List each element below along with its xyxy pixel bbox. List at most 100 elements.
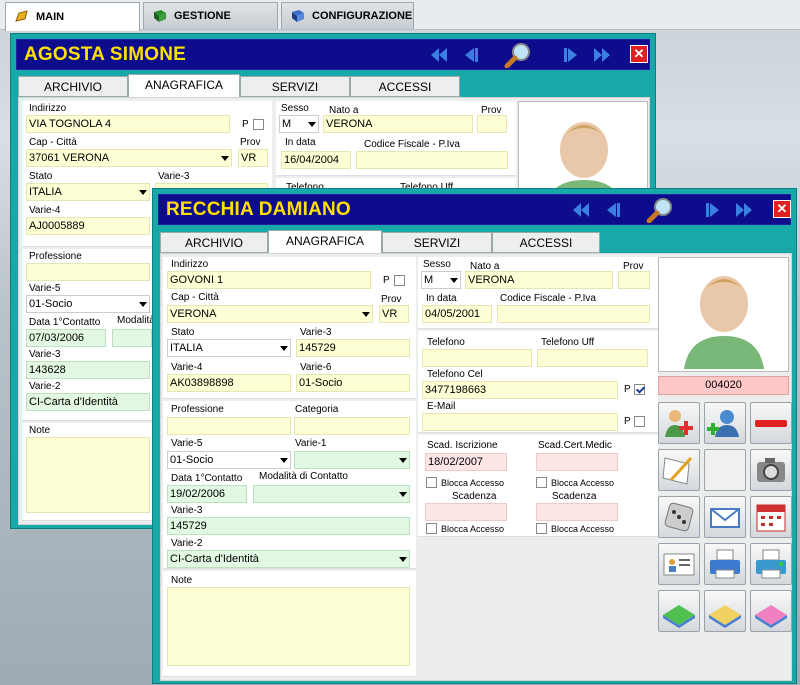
cap-citta-select[interactable]: VERONA: [167, 305, 373, 323]
nato-a-field[interactable]: VERONA: [323, 115, 473, 133]
tab-accessi[interactable]: ACCESSI: [350, 76, 460, 97]
in-data-field[interactable]: 16/04/2004: [281, 151, 351, 169]
first-record-icon[interactable]: [429, 45, 449, 65]
varie3b-field[interactable]: 143628: [26, 361, 150, 379]
search-icon[interactable]: [504, 42, 532, 68]
varie1-select[interactable]: [294, 451, 410, 469]
note-textarea[interactable]: [26, 437, 150, 513]
sesso-select[interactable]: M: [279, 115, 319, 133]
prov-field[interactable]: VR: [379, 305, 409, 323]
p-checkbox[interactable]: [253, 119, 264, 130]
data-contatto-field[interactable]: 07/03/2006: [26, 329, 106, 347]
professione-field[interactable]: [26, 263, 150, 281]
chevron-down-icon: [399, 557, 407, 562]
scadenza2-field[interactable]: [536, 503, 618, 521]
previous-record-icon[interactable]: [460, 45, 480, 65]
varie3-field[interactable]: 145729: [296, 339, 410, 357]
printer-button[interactable]: [704, 543, 746, 585]
tab-anagrafica[interactable]: ANAGRAFICA: [268, 230, 382, 254]
nato-a-field[interactable]: VERONA: [465, 271, 613, 289]
folder-green-button[interactable]: [658, 590, 700, 632]
blank-button[interactable]: [704, 449, 746, 491]
p-email-checkbox[interactable]: [634, 416, 645, 427]
cap-citta-select[interactable]: 37061 VERONA: [26, 149, 232, 167]
edit-user-button[interactable]: [658, 402, 700, 444]
varie4-field[interactable]: AK03898898: [167, 374, 291, 392]
first-record-icon[interactable]: [571, 200, 591, 220]
add-user-button[interactable]: [704, 402, 746, 444]
calendar-button[interactable]: [750, 496, 792, 538]
varie4-field[interactable]: AJ0005889: [26, 217, 150, 235]
p-checkbox[interactable]: [394, 275, 405, 286]
scad-iscrizione-field[interactable]: 18/02/2007: [425, 453, 507, 471]
p-cel-checkbox[interactable]: [634, 384, 645, 395]
blocca-cert-checkbox[interactable]: [536, 477, 547, 488]
telefono-uff-field[interactable]: [537, 349, 648, 367]
scad-cert-field[interactable]: [536, 453, 618, 471]
tab-archivio[interactable]: ARCHIVIO: [160, 232, 268, 253]
professione-field[interactable]: [167, 417, 291, 435]
dice-button[interactable]: [658, 496, 700, 538]
scadenza1-field[interactable]: [425, 503, 507, 521]
camera-button[interactable]: [750, 449, 792, 491]
last-record-icon[interactable]: [734, 200, 754, 220]
email-button[interactable]: [704, 496, 746, 538]
indirizzo-field[interactable]: VIA TOGNOLA 4: [26, 115, 230, 133]
sesso-select[interactable]: M: [421, 271, 461, 289]
folder-yellow-button[interactable]: [704, 590, 746, 632]
close-icon[interactable]: ✕: [773, 200, 791, 218]
blocca-scadenza1-checkbox[interactable]: [426, 523, 437, 534]
prov2-field[interactable]: [618, 271, 650, 289]
label-varie6: Varie-6: [300, 362, 332, 373]
varie5-select[interactable]: 01-Socio: [26, 295, 150, 313]
tab-servizi[interactable]: SERVIZI: [382, 232, 492, 253]
varie3b-field[interactable]: 145729: [167, 517, 410, 535]
search-icon[interactable]: [646, 197, 674, 223]
chevron-down-icon: [280, 458, 288, 463]
tab-archivio[interactable]: ARCHIVIO: [18, 76, 128, 97]
remove-button[interactable]: [750, 402, 792, 444]
tab-main[interactable]: MAIN: [5, 2, 140, 31]
blocca-scadenza2-checkbox[interactable]: [536, 523, 547, 534]
next-record-icon[interactable]: [704, 200, 724, 220]
modalita-select[interactable]: [253, 485, 410, 503]
add-user-icon: [707, 410, 739, 437]
printer-color-button[interactable]: [750, 543, 792, 585]
close-icon[interactable]: ✕: [630, 45, 648, 63]
stato-select[interactable]: ITALIA: [167, 339, 291, 357]
telefono-cel-field[interactable]: 3477198663: [422, 381, 618, 399]
modalita-select[interactable]: [112, 329, 152, 347]
label-indirizzo: Indirizzo: [29, 103, 67, 114]
stato-select[interactable]: ITALIA: [26, 183, 150, 201]
blocca-iscrizione-checkbox[interactable]: [426, 477, 437, 488]
data-contatto-field[interactable]: 19/02/2006: [167, 485, 247, 503]
telefono-field[interactable]: [422, 349, 532, 367]
prov2-field[interactable]: [477, 115, 507, 133]
indirizzo-field[interactable]: GOVONI 1: [167, 271, 371, 289]
in-data-field[interactable]: 04/05/2001: [422, 305, 492, 323]
next-record-icon[interactable]: [562, 45, 582, 65]
id-card-button[interactable]: [658, 543, 700, 585]
email-field[interactable]: [422, 413, 618, 431]
tab-configurazione[interactable]: CONFIGURAZIONE: [281, 2, 414, 29]
varie5-select[interactable]: 01-Socio: [167, 451, 291, 469]
photo-frame[interactable]: [658, 257, 789, 372]
folder-pink-button[interactable]: [750, 590, 792, 632]
chevron-down-icon: [450, 278, 458, 283]
varie2-field[interactable]: CI-Carta d'Identità: [26, 393, 150, 411]
last-record-icon[interactable]: [592, 45, 612, 65]
notepad-button[interactable]: [658, 449, 700, 491]
previous-record-icon[interactable]: [602, 200, 622, 220]
codice-fiscale-field[interactable]: [497, 305, 650, 323]
tab-accessi[interactable]: ACCESSI: [492, 232, 600, 253]
categoria-field[interactable]: [294, 417, 410, 435]
codice-fiscale-field[interactable]: [356, 151, 508, 169]
contacts-group: Telefono Telefono Uff Telefono Cel 34771…: [418, 331, 658, 433]
note-textarea[interactable]: [167, 587, 410, 666]
tab-anagrafica[interactable]: ANAGRAFICA: [128, 74, 240, 98]
tab-servizi[interactable]: SERVIZI: [240, 76, 350, 97]
varie6-field[interactable]: 01-Socio: [296, 374, 410, 392]
prov-field[interactable]: VR: [238, 149, 268, 167]
varie2-select[interactable]: CI-Carta d'Identità: [167, 550, 410, 568]
tab-gestione[interactable]: GESTIONE: [143, 2, 278, 29]
